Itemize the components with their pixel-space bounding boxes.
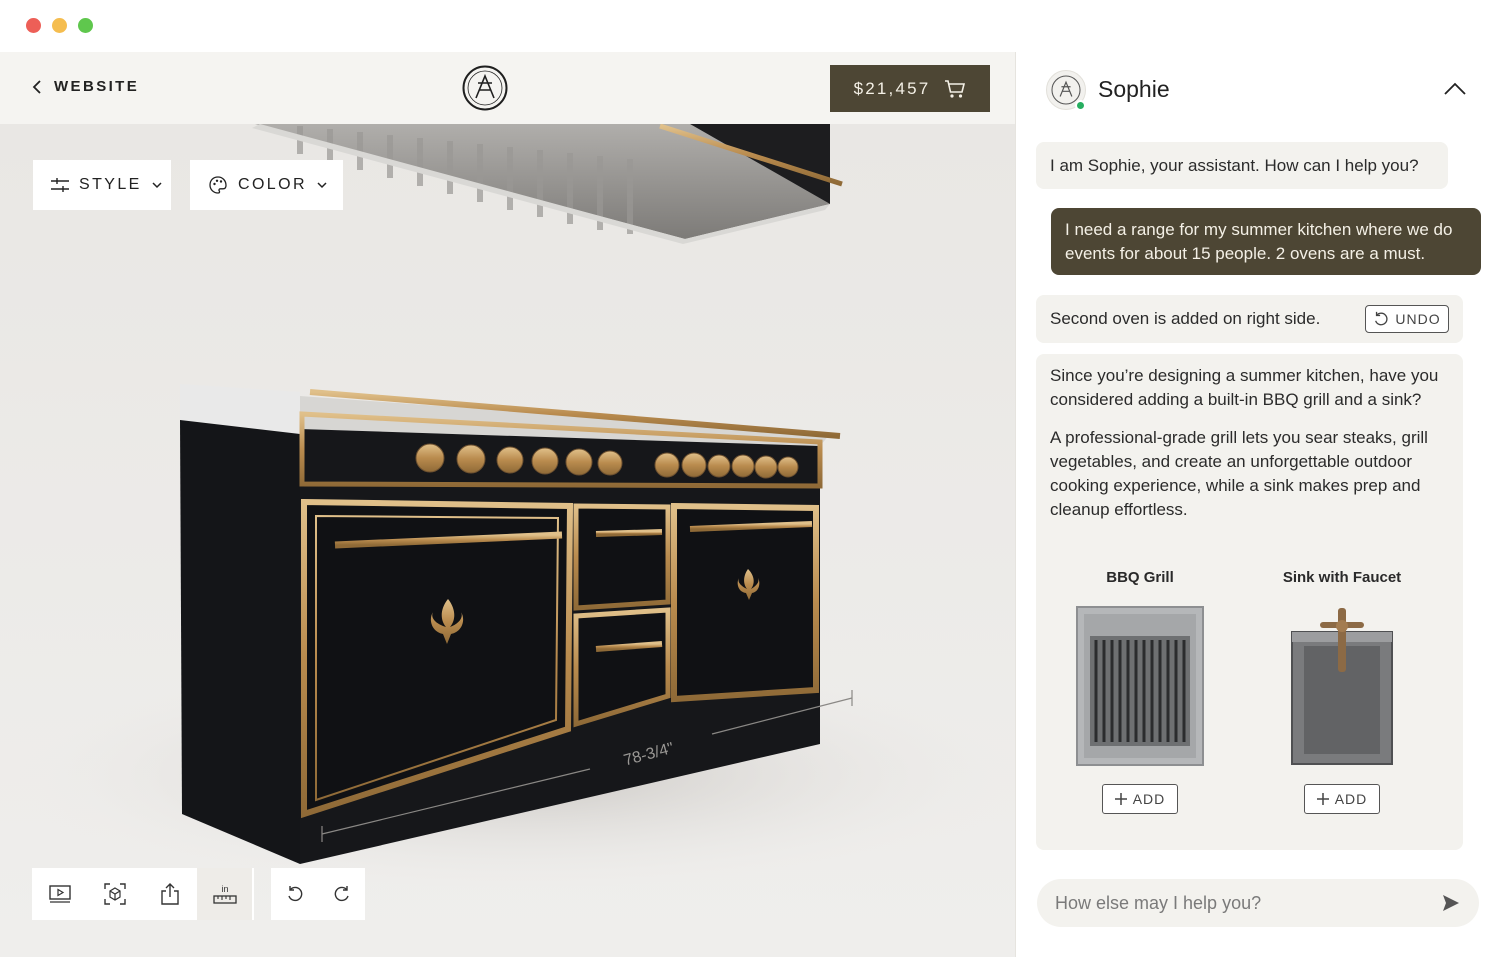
cart-icon <box>945 79 966 98</box>
measure-icon: in <box>212 884 237 904</box>
message-text: Second oven is added on right side. <box>1050 309 1321 328</box>
range-3d-render: 78-3/4" <box>0 124 1015 957</box>
brand-monogram-icon[interactable] <box>462 65 508 111</box>
chat-input-bar <box>1037 879 1479 927</box>
window-titlebar <box>0 0 1500 52</box>
online-status-dot <box>1075 100 1086 111</box>
style-dropdown[interactable]: STYLE <box>33 160 171 210</box>
sink-with-faucet-image <box>1291 608 1393 765</box>
share-button[interactable] <box>142 868 197 920</box>
redo-button[interactable] <box>318 868 365 920</box>
suggestion-title: BBQ Grill <box>1106 569 1174 586</box>
window-close-button[interactable] <box>26 18 41 33</box>
send-icon[interactable] <box>1441 893 1461 913</box>
style-dropdown-label: STYLE <box>79 176 142 193</box>
measure-unit-label: in <box>221 884 228 894</box>
history-tools <box>271 868 365 920</box>
plus-icon <box>1316 793 1329 805</box>
assistant-suggestion-message: Since you’re designing a summer kitchen,… <box>1036 354 1463 850</box>
assistant-message: I am Sophie, your assistant. How can I h… <box>1036 142 1448 189</box>
suggestion-card-sink: Sink with Faucet ADD <box>1252 566 1432 814</box>
window-minimize-button[interactable] <box>52 18 67 33</box>
plus-icon <box>1114 793 1127 805</box>
chevron-up-icon[interactable] <box>1444 82 1466 96</box>
add-label: ADD <box>1334 791 1368 807</box>
chat-message-input[interactable] <box>1055 892 1441 914</box>
assistant-chat-panel: Sophie I am Sophie, your assistant. How … <box>1015 52 1500 957</box>
undo-icon <box>1375 311 1388 326</box>
chat-header: Sophie <box>1016 52 1500 128</box>
bbq-grill-image <box>1076 606 1204 766</box>
back-link-label: WEBSITE <box>54 78 140 95</box>
configurator-header: WEBSITE $21,457 <box>0 52 1015 124</box>
agent-name: Sophie <box>1098 76 1170 102</box>
undo-button[interactable] <box>271 868 318 920</box>
message-text: I am Sophie, your assistant. How can I h… <box>1050 156 1419 175</box>
chevron-left-icon <box>32 79 41 94</box>
suggestion-title: Sink with Faucet <box>1282 569 1402 586</box>
window-zoom-button[interactable] <box>78 18 93 33</box>
3d-viewer[interactable]: 78-3/4" <box>0 124 1015 957</box>
system-message: Second oven is added on right side. UNDO <box>1036 295 1463 343</box>
cart-total: $21,457 <box>853 78 931 98</box>
color-dropdown[interactable]: COLOR <box>190 160 343 210</box>
add-bbq-grill-button[interactable]: ADD <box>1102 784 1178 814</box>
redo-icon <box>334 886 349 902</box>
play-video-button[interactable] <box>32 868 87 920</box>
configurator-pane: WEBSITE $21,457 78-3/4" STYLE COLOR in <box>0 52 1015 957</box>
message-text: I need a range for my summer kitchen whe… <box>1065 220 1453 263</box>
user-message: I need a range for my summer kitchen whe… <box>1051 208 1481 275</box>
back-to-website-link[interactable]: WEBSITE <box>32 78 139 95</box>
sliders-icon <box>51 178 69 192</box>
message-paragraph: A professional-grade grill lets you sear… <box>1050 428 1428 519</box>
cart-total-button[interactable]: $21,457 <box>830 65 990 112</box>
chevron-down-icon <box>152 181 162 188</box>
measure-button[interactable]: in <box>197 868 252 920</box>
add-sink-button[interactable]: ADD <box>1304 784 1380 814</box>
share-icon <box>160 883 179 905</box>
ar-view-icon <box>103 883 126 905</box>
undo-label: UNDO <box>1395 311 1441 327</box>
message-paragraph: Since you’re designing a summer kitchen,… <box>1050 366 1439 409</box>
suggestion-card-bbq-grill: BBQ Grill ADD <box>1050 566 1230 814</box>
undo-icon <box>287 886 302 902</box>
chevron-down-icon <box>317 181 327 188</box>
undo-change-button[interactable]: UNDO <box>1365 305 1449 333</box>
play-video-icon <box>48 885 71 903</box>
add-label: ADD <box>1132 791 1166 807</box>
color-dropdown-label: COLOR <box>238 176 307 193</box>
palette-icon <box>209 176 227 194</box>
viewer-tools: in <box>32 868 254 920</box>
ar-view-button[interactable] <box>87 868 142 920</box>
